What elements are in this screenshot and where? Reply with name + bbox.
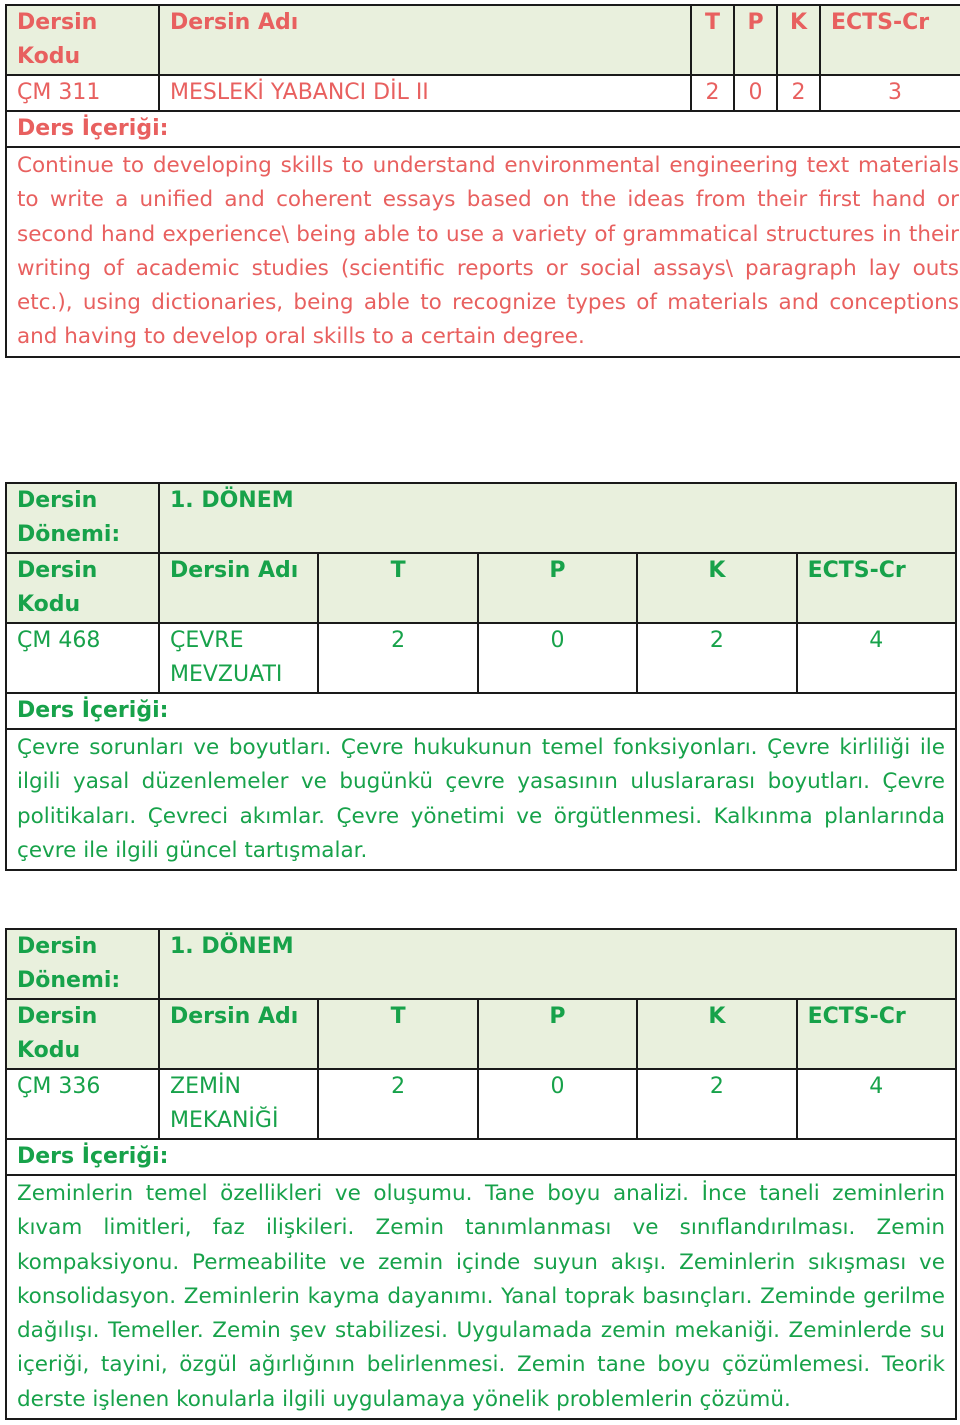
course-t: 2: [317, 622, 479, 694]
course-row: ÇM 336 ZEMİN MEKANİĞİ 2 0 2 4: [5, 1068, 958, 1140]
course-p: 0: [476, 622, 639, 694]
header-course-code: Dersin Kodu: [5, 4, 160, 76]
header-ects: ECTS-Cr: [795, 552, 958, 624]
course-t: 2: [317, 1068, 479, 1140]
course-p: 0: [733, 74, 778, 112]
period-value: 1. DÖNEM: [158, 482, 957, 554]
header-course-code: Dersin Kodu: [5, 998, 160, 1070]
content-row: Zeminlerin temel özellikleri ve oluşumu.…: [5, 1173, 957, 1421]
period-row: Dersin Dönemi: 1. DÖNEM: [5, 482, 957, 554]
header-t: T: [317, 552, 479, 624]
course-k: 2: [776, 74, 821, 112]
course-name: MESLEKİ YABANCI DİL II: [158, 74, 692, 112]
header-ects: ECTS-Cr: [819, 4, 960, 76]
course-table-cm468: Dersin Dönemi: 1. DÖNEM Dersin Kodu Ders…: [5, 482, 958, 872]
content-label-row: Ders İçeriği:: [5, 1138, 957, 1176]
column-header-row: Dersin Kodu Dersin Adı T P K ECTS-Cr: [5, 552, 958, 624]
content-label-row: Ders İçeriği:: [5, 692, 957, 730]
content-label: Ders İçeriği:: [5, 110, 960, 148]
course-p: 0: [476, 1068, 639, 1140]
period-value: 1. DÖNEM: [158, 928, 957, 1000]
course-name: ÇEVRE MEVZUATI: [157, 622, 320, 694]
column-header-row: Dersin Kodu Dersin Adı T P K ECTS-Cr: [5, 998, 958, 1070]
course-name: ZEMİN MEKANİĞİ: [157, 1068, 320, 1140]
period-row: Dersin Dönemi: 1. DÖNEM: [5, 928, 957, 1000]
content-label: Ders İçeriği:: [5, 692, 957, 730]
course-ects: 4: [795, 1068, 958, 1140]
content-label-row: Ders İçeriği:: [5, 110, 960, 148]
column-header-row: Dersin Kodu Dersin Adı T P K ECTS-Cr: [5, 4, 960, 76]
header-k: K: [636, 998, 798, 1070]
content-row: Continue to developing skills to underst…: [5, 146, 960, 358]
header-p: P: [476, 998, 639, 1070]
course-code: ÇM 468: [5, 622, 160, 694]
header-ects: ECTS-Cr: [795, 998, 958, 1070]
period-label: Dersin Dönemi:: [5, 928, 160, 1000]
course-code: ÇM 311: [5, 74, 160, 112]
header-course-code: Dersin Kodu: [5, 552, 160, 624]
period-label: Dersin Dönemi:: [5, 482, 160, 554]
content-row: Çevre sorunları ve boyutları. Çevre huku…: [5, 727, 957, 872]
header-k: K: [776, 4, 821, 76]
course-row: ÇM 311 MESLEKİ YABANCI DİL II 2 0 2 3: [5, 74, 960, 112]
course-ects: 4: [795, 622, 958, 694]
header-k: K: [636, 552, 798, 624]
header-course-name: Dersin Adı: [158, 4, 692, 76]
course-t: 2: [690, 74, 735, 112]
header-p: P: [476, 552, 639, 624]
course-content: Continue to developing skills to underst…: [5, 146, 960, 358]
course-k: 2: [636, 1068, 798, 1140]
course-k: 2: [636, 622, 798, 694]
course-table-cm311: Dersin Kodu Dersin Adı T P K ECTS-Cr ÇM …: [5, 4, 960, 358]
content-label: Ders İçeriği:: [5, 1138, 957, 1176]
header-t: T: [690, 4, 735, 76]
header-course-name: Dersin Adı: [157, 998, 320, 1070]
course-code: ÇM 336: [5, 1068, 160, 1140]
course-table-cm336: Dersin Dönemi: 1. DÖNEM Dersin Kodu Ders…: [5, 928, 958, 1421]
course-content: Çevre sorunları ve boyutları. Çevre huku…: [5, 727, 957, 872]
header-t: T: [317, 998, 479, 1070]
course-ects: 3: [819, 74, 960, 112]
header-p: P: [733, 4, 778, 76]
course-row: ÇM 468 ÇEVRE MEVZUATI 2 0 2 4: [5, 622, 958, 694]
course-content: Zeminlerin temel özellikleri ve oluşumu.…: [5, 1173, 957, 1421]
header-course-name: Dersin Adı: [157, 552, 320, 624]
